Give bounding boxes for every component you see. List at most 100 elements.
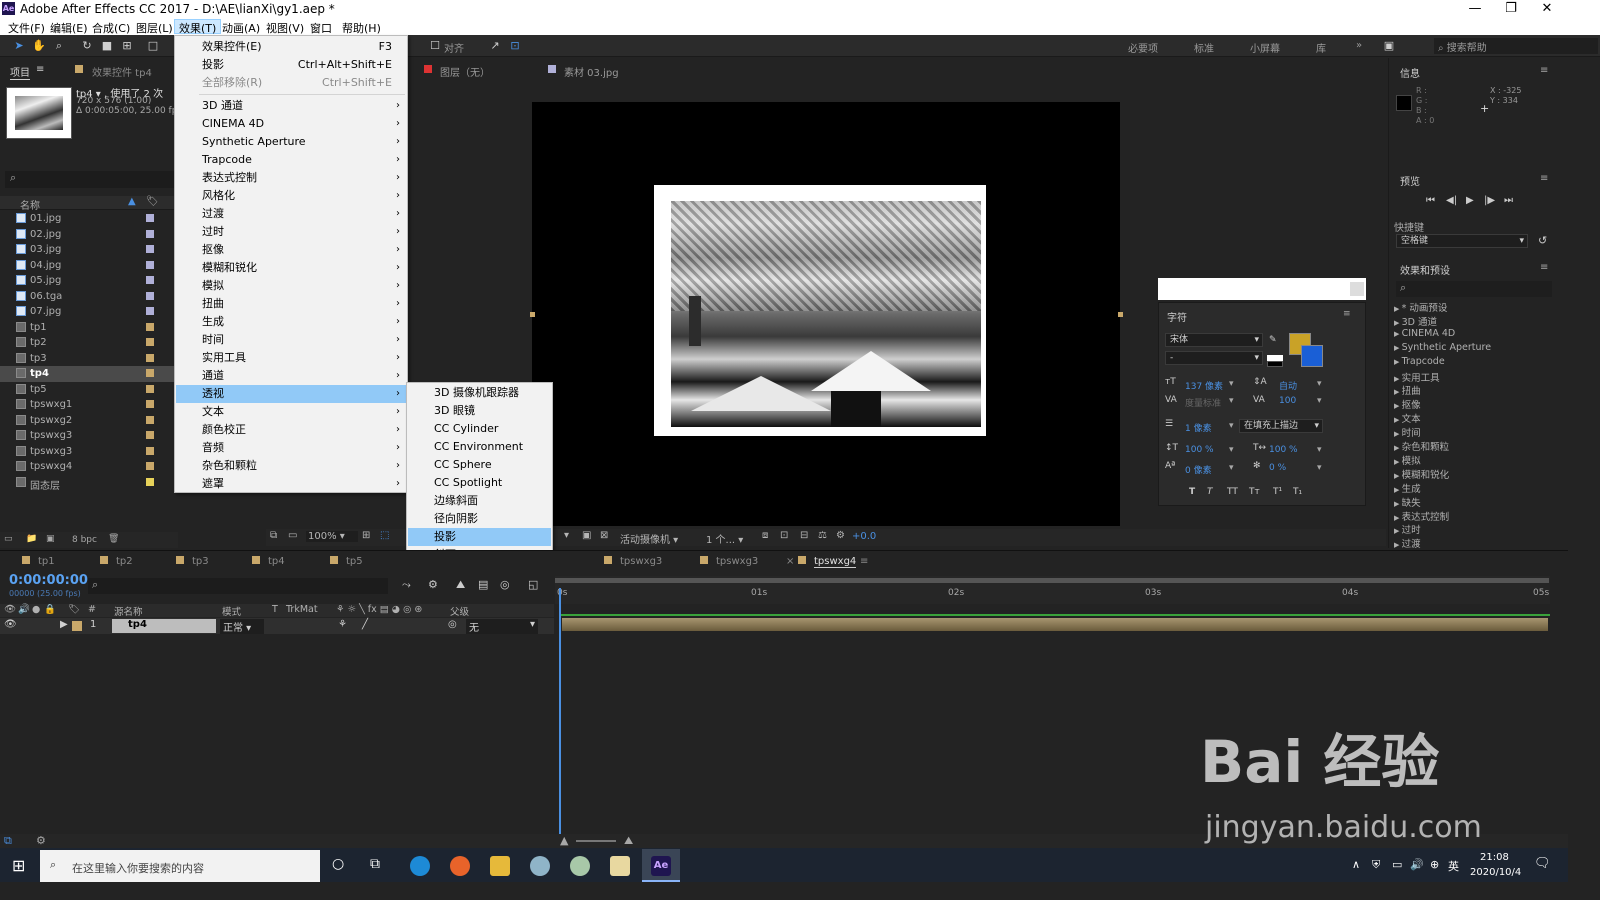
tsume-dropdown-icon[interactable]: ▾ [1317, 463, 1322, 473]
label-column-icon[interactable]: 🏷 [146, 196, 159, 207]
views-dropdown[interactable]: 1 个... ▾ [706, 531, 743, 546]
font-style-dropdown[interactable]: - ▾ [1165, 351, 1263, 365]
app-icon[interactable] [570, 856, 590, 876]
taskbar-search-input[interactable]: 在这里输入你要搜索的内容 [40, 850, 320, 882]
comp-tab[interactable]: tpswxg4 [814, 556, 857, 568]
col-name-header[interactable]: 名称 [20, 197, 40, 212]
fast-preview-icon[interactable]: ⊡ [780, 530, 788, 541]
effect-menu-item[interactable]: 颜色校正 › [176, 421, 406, 439]
comp-tab[interactable]: tpswxg3 [620, 556, 662, 567]
workspace-essentials[interactable]: 必要项 [1128, 40, 1158, 55]
after-effects-icon[interactable]: Ae [651, 856, 671, 876]
vertical-scale-value[interactable]: 100 % [1185, 445, 1214, 455]
snap-options-icon[interactable]: ↗ [488, 40, 502, 52]
workspace-libraries[interactable]: 库 [1316, 40, 1326, 55]
project-file-row[interactable]: 04.jpg [0, 258, 178, 274]
tray-security-icon[interactable]: ⛨ [1372, 858, 1380, 872]
project-file-row[interactable]: tp3 [0, 351, 178, 367]
comp-tab[interactable]: tpswxg3 [716, 556, 758, 567]
label-color-swatch[interactable] [146, 446, 154, 455]
prev-frame-icon[interactable]: ◀| [1446, 195, 1457, 206]
project-search-input[interactable]: ⌕ [5, 171, 175, 188]
region-icon[interactable]: ▭ [288, 530, 297, 541]
time-ruler[interactable]: 0s 01s 02s 03s 04s 05s [555, 576, 1550, 604]
leading-value[interactable]: 自动 [1279, 379, 1297, 392]
panel-menu-icon[interactable]: ≡ [36, 64, 44, 75]
lock-icon[interactable]: 🔒 [44, 604, 56, 615]
menu-help[interactable]: 帮助(H) [338, 20, 385, 35]
effect-menu-item[interactable]: 通道 › [176, 367, 406, 385]
info-menu-icon[interactable]: ≡ [1540, 65, 1548, 76]
menu-view[interactable]: 视图(V) [262, 20, 308, 35]
pan-behind-tool-icon[interactable]: ⊞ [120, 40, 134, 52]
zoom-dropdown[interactable]: 100% ▾ [306, 531, 358, 542]
perspective-submenu-item[interactable]: 径向阴影 [408, 510, 551, 528]
superscript-icon[interactable]: T¹ [1273, 487, 1282, 497]
project-file-row[interactable]: 07.jpg [0, 304, 178, 320]
loop-icon[interactable]: ↺ [1538, 234, 1547, 247]
task-view-icon[interactable]: ⧉ [370, 856, 380, 872]
perspective-submenu-item[interactable]: 投影 [408, 528, 551, 546]
rectangle-tool-icon[interactable]: □ [146, 40, 160, 52]
stroke-width-dropdown-icon[interactable]: ▾ [1229, 421, 1234, 431]
kerning-dropdown-icon[interactable]: ▾ [1229, 396, 1234, 406]
menu-layer[interactable]: 图层(L) [132, 20, 177, 35]
close-button[interactable]: ✕ [1528, 0, 1566, 18]
project-file-row[interactable]: 02.jpg [0, 227, 178, 243]
preview-panel-title[interactable]: 预览 [1400, 173, 1420, 188]
effects-presets-menu-icon[interactable]: ≡ [1540, 262, 1548, 273]
edge-icon[interactable] [410, 856, 430, 876]
menu-edit[interactable]: 编辑(E) [46, 20, 92, 35]
perspective-submenu-item[interactable]: 3D 眼镜 [408, 402, 551, 420]
firefox-icon[interactable] [450, 856, 470, 876]
tsume-value[interactable]: 0 % [1269, 463, 1286, 473]
comp-tab[interactable]: tp5 [346, 556, 363, 567]
baseline-shift-value[interactable]: 0 像素 [1185, 463, 1212, 476]
fit-icon[interactable]: ⊞ [362, 530, 370, 541]
toggle-switches-icon[interactable]: ⧉ [4, 834, 12, 848]
rotate-tool-icon[interactable]: ↻ [80, 40, 94, 52]
mode-header[interactable]: 模式 [222, 604, 241, 618]
flowchart-icon[interactable]: ⚖ [818, 530, 827, 541]
faux-bold-icon[interactable]: T [1189, 487, 1195, 497]
tab-effect-controls[interactable]: 效果控件 tp4 [92, 64, 152, 79]
effect-menu-item[interactable]: CINEMA 4D › [176, 115, 406, 133]
perspective-submenu-item[interactable]: 3D 摄像机跟踪器 [408, 384, 551, 402]
snap-checkbox[interactable]: ☐ [428, 40, 442, 52]
close-icon[interactable] [1350, 282, 1364, 296]
workspace-small-screen[interactable]: 小屏幕 [1250, 40, 1280, 55]
effects-category-item[interactable]: ▶ 杂色和颗粒 [1394, 439, 1449, 453]
label-color-swatch[interactable] [146, 322, 154, 331]
effects-category-item[interactable]: ▶ CINEMA 4D [1394, 328, 1455, 339]
comp-tab[interactable]: tp3 [192, 556, 209, 567]
label-color-swatch[interactable] [146, 384, 154, 393]
current-time-indicator[interactable] [559, 588, 561, 838]
effects-category-item[interactable]: ▶ 扭曲 [1394, 383, 1421, 397]
exposure-icon[interactable]: ⚙ [836, 530, 845, 541]
effects-category-item[interactable]: ▶ 3D 通道 [1394, 314, 1437, 328]
effect-menu-item[interactable]: Synthetic Aperture › [176, 133, 406, 151]
perspective-submenu-item[interactable]: CC Cylinder [408, 420, 551, 438]
shy-layers-icon[interactable]: ⛰ [456, 578, 465, 592]
solo-icon[interactable]: ● [32, 604, 40, 615]
effects-category-item[interactable]: ▶ 模拟 [1394, 453, 1421, 467]
selection-tool-icon[interactable]: ➤ [12, 40, 26, 52]
font-size-value[interactable]: 137 像素 [1185, 379, 1223, 392]
close-tab-icon[interactable]: × [786, 556, 794, 567]
maximize-button[interactable]: ❐ [1492, 0, 1530, 18]
project-file-row[interactable]: 固态层 [0, 475, 178, 492]
effects-category-item[interactable]: ▶ 表达式控制 [1394, 509, 1449, 523]
workspace-panel-icon[interactable]: ▣ [1382, 40, 1396, 52]
camera-dropdown[interactable]: 活动摄像机 ▾ [620, 531, 678, 546]
perspective-submenu-item[interactable]: CC Sphere [408, 456, 551, 474]
comp-tab[interactable]: tp1 [38, 556, 55, 567]
horizontal-scale-value[interactable]: 100 % [1269, 445, 1298, 455]
effect-menu-item[interactable]: 生成 › [176, 313, 406, 331]
effect-menu-item[interactable]: 透视 › [176, 385, 406, 403]
next-frame-icon[interactable]: |▶ [1484, 195, 1495, 206]
effects-category-item[interactable]: ▶ 文本 [1394, 411, 1421, 425]
notifications-icon[interactable]: 🗨 [1534, 856, 1551, 871]
workspace-standard[interactable]: 标准 [1194, 40, 1214, 55]
layer-duration-bar[interactable] [562, 618, 1548, 631]
project-file-row[interactable]: tp4 [0, 366, 178, 382]
